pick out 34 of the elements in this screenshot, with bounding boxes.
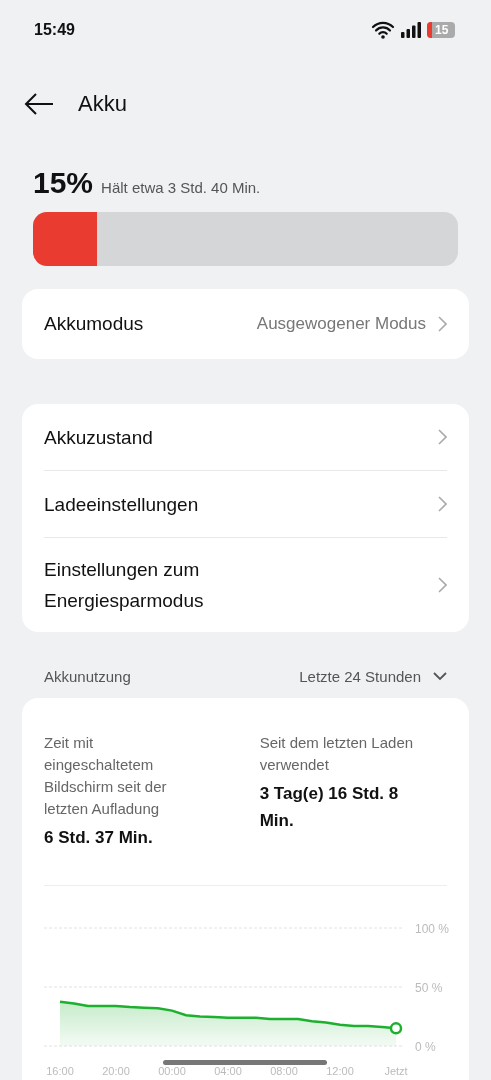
y-axis-label: 100 % (415, 922, 450, 936)
stat-value: 3 Tag(e) 16 Std. 8 Min. (259, 783, 400, 832)
x-axis-label: 00:00 (158, 1065, 186, 1077)
wifi-icon (371, 21, 395, 39)
x-axis-label: 16:00 (46, 1065, 74, 1077)
stat-label: Seit dem letzten Laden verwendet (259, 733, 415, 775)
section-title: Akkunutzung (44, 667, 131, 685)
chevron-icon (438, 429, 447, 445)
settings-row[interactable]: Akkuzustand (44, 404, 447, 470)
chevron-icon (438, 496, 447, 512)
battery-percent: 15% (33, 166, 94, 200)
chevron-icon (438, 577, 447, 593)
back-icon[interactable] (24, 93, 54, 115)
battery-icon: 15 (427, 22, 455, 38)
y-axis-label: 0 % (415, 1040, 436, 1054)
settings-row[interactable]: Einstellungen zum Energiesparmodus (44, 537, 447, 632)
signal-icon (400, 22, 422, 38)
x-axis-label: 04:00 (214, 1065, 242, 1077)
stat-value: 6 Std. 37 Min. (44, 827, 154, 849)
status-time: 15:49 (34, 21, 75, 39)
x-axis-label: 20:00 (102, 1065, 130, 1077)
page-title: Akku (78, 91, 127, 117)
x-axis-label: 08:00 (270, 1065, 298, 1077)
stat-label: Zeit mit eingeschaltetem Bildschirm seit der letzten Aufladung (44, 733, 168, 819)
chevron-icon (438, 316, 447, 332)
x-axis-label: Jetzt (384, 1065, 408, 1077)
x-axis-label: 12:00 (326, 1065, 354, 1077)
period-dropdown[interactable]: Letzte 24 Stunden (299, 667, 447, 685)
battery-mode-row[interactable]: Akkumodus Ausgewogener Modus (22, 289, 469, 359)
y-axis-label: 50 % (415, 981, 443, 995)
battery-estimate: Hält etwa 3 Std. 40 Min. (101, 179, 261, 196)
end-marker (389, 1022, 403, 1035)
settings-row[interactable]: Ladeeinstellungen (44, 470, 447, 537)
caret-icon (433, 671, 447, 681)
